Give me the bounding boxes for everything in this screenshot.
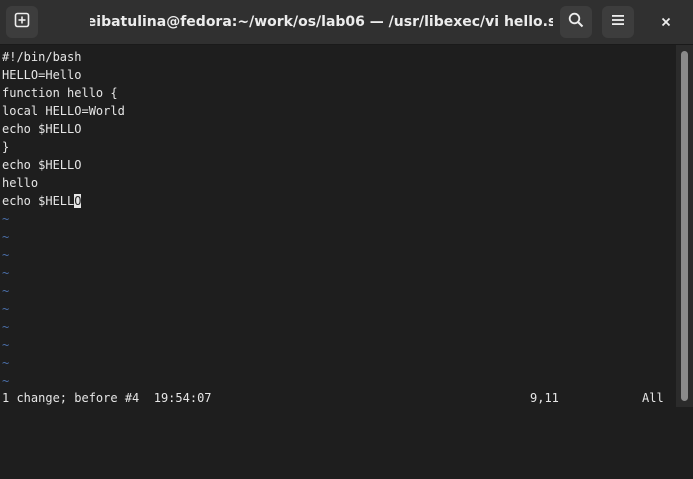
editor-line: local HELLO=World: [2, 104, 125, 118]
status-message: 1 change; before #4 19:54:07: [2, 391, 212, 405]
empty-line-marker: ~: [2, 356, 10, 370]
search-icon: [568, 12, 584, 32]
editor-line: #!/bin/bash: [2, 50, 82, 64]
scroll-indicator: All: [642, 391, 664, 405]
editor-line-cursor: echo $HELLO: [2, 192, 82, 210]
new-tab-button[interactable]: [6, 6, 38, 38]
vi-status-line: 1 change; before #4 19:54:07 9,11 All: [0, 389, 676, 407]
empty-line-marker: ~: [2, 212, 10, 226]
new-tab-icon: [14, 12, 30, 32]
editor-line: echo $HELLO: [2, 122, 82, 136]
menu-button[interactable]: [602, 6, 634, 38]
empty-line-marker: ~: [2, 338, 10, 352]
editor-line-text: echo $HELL: [2, 194, 75, 208]
empty-line-marker: ~: [2, 374, 10, 388]
scrollbar-thumb[interactable]: [681, 51, 688, 401]
editor-line: echo $HELLO: [2, 158, 82, 172]
text-cursor: O: [74, 194, 82, 208]
editor-line: }: [2, 140, 10, 154]
empty-line-marker: ~: [2, 320, 10, 334]
empty-line-marker: ~: [2, 266, 10, 280]
empty-line-marker: ~: [2, 230, 10, 244]
cursor-position: 9,11: [530, 391, 559, 405]
terminal-area[interactable]: #!/bin/bash HELLO=Hello function hello {…: [0, 45, 676, 407]
search-button[interactable]: [560, 6, 592, 38]
empty-line-marker: ~: [2, 248, 10, 262]
editor-line: function hello {: [2, 86, 118, 100]
editor-line: HELLO=Hello: [2, 68, 82, 82]
empty-line-marker: ~: [2, 284, 10, 298]
window-title: deibatulina@fedora:~/work/os/lab06 — /us…: [90, 14, 553, 30]
vertical-scrollbar[interactable]: [676, 45, 693, 407]
hamburger-menu-icon: [610, 12, 626, 32]
editor-line: hello: [2, 176, 39, 190]
close-button[interactable]: [650, 6, 682, 38]
empty-line-marker: ~: [2, 302, 10, 316]
title-bar: deibatulina@fedora:~/work/os/lab06 — /us…: [0, 0, 693, 45]
close-icon: [660, 13, 672, 32]
